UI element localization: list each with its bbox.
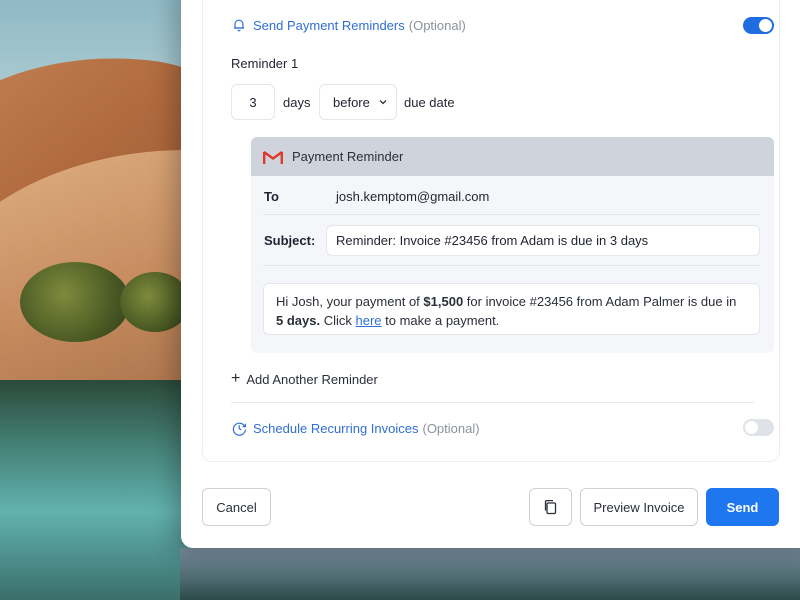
optional-label: (Optional) [422, 420, 480, 436]
reminder-label: Reminder 1 [231, 56, 299, 71]
days-unit-label: days [283, 95, 311, 110]
send-button[interactable]: Send [706, 488, 779, 526]
due-date-label: due date [404, 95, 455, 110]
to-label: To [264, 189, 279, 204]
preview-invoice-button[interactable]: Preview Invoice [580, 488, 698, 526]
payment-link[interactable]: here [355, 313, 381, 328]
bell-icon [231, 17, 247, 33]
timing-select-value: before [333, 94, 370, 110]
email-body[interactable]: Hi Josh, your payment of $1,500 for invo… [263, 283, 760, 335]
recurring-clock-icon [231, 420, 247, 436]
recurring-invoices-header: Schedule Recurring Invoices (Optional) [231, 420, 480, 436]
plus-icon: + [231, 370, 241, 387]
body-due: 5 days. [276, 313, 321, 328]
body-text: to make a payment. [381, 313, 500, 328]
body-text: for invoice #23456 from Adam Palmer is d… [463, 294, 737, 309]
payment-reminders-toggle[interactable] [743, 17, 774, 34]
chevron-down-icon [378, 97, 388, 107]
copy-icon [543, 499, 558, 515]
to-value: josh.kemptom@gmail.com [336, 189, 490, 204]
email-header-title: Payment Reminder [292, 149, 404, 164]
add-reminder-label: Add Another Reminder [246, 371, 378, 387]
recurring-invoices-toggle[interactable] [743, 419, 774, 436]
add-reminder-button[interactable]: + Add Another Reminder [231, 370, 378, 387]
cancel-button[interactable]: Cancel [202, 488, 271, 526]
body-text: Click [320, 313, 356, 328]
duplicate-button[interactable] [529, 488, 572, 526]
email-header: Payment Reminder [251, 137, 774, 176]
days-input[interactable]: 3 [231, 84, 275, 120]
email-preview: Payment Reminder To josh.kemptom@gmail.c… [251, 137, 774, 353]
optional-label: (Optional) [408, 17, 466, 33]
subject-label: Subject: [264, 233, 316, 248]
divider [231, 402, 754, 403]
gmail-icon [263, 149, 283, 165]
timing-select[interactable]: before [319, 84, 397, 120]
recurring-invoices-title: Schedule Recurring Invoices [253, 420, 419, 436]
payment-reminders-header: Send Payment Reminders (Optional) [231, 17, 466, 33]
subject-input[interactable]: Reminder: Invoice #23456 from Adam is du… [326, 225, 760, 256]
body-text: Hi Josh, your payment of [276, 294, 424, 309]
invoice-panel: Send Payment Reminders (Optional) Remind… [181, 0, 800, 548]
payment-reminders-title: Send Payment Reminders [253, 17, 405, 33]
divider [263, 265, 760, 266]
body-amount: $1,500 [423, 294, 464, 309]
options-card: Send Payment Reminders (Optional) Remind… [202, 0, 780, 462]
divider [263, 214, 760, 215]
